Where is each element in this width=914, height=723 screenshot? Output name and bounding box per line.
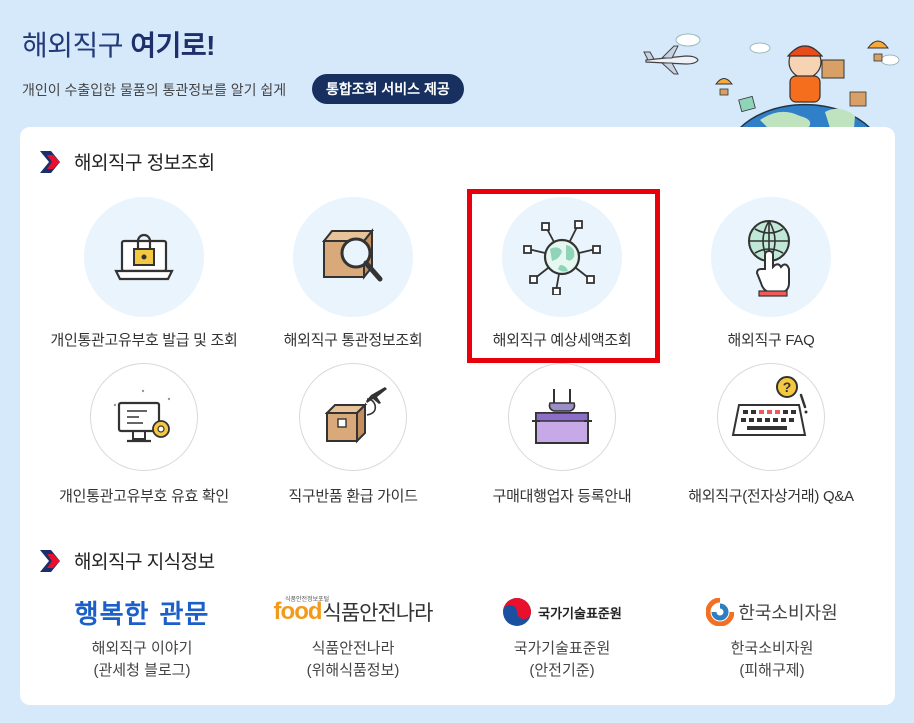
service-tile-faq[interactable]: 해외직구 FAQ <box>666 197 876 357</box>
knowledge-line2: (위해식품정보) <box>306 662 400 679</box>
knowledge-line2: (피해구제) <box>739 662 805 679</box>
knowledge-line1: 식품안전나라 <box>311 640 395 657</box>
box-magnifier-icon <box>321 228 383 282</box>
knowledge-line1: 국가기술표준원 <box>513 640 611 657</box>
taegeuk-icon <box>503 598 532 626</box>
chevron-right-icon <box>40 549 60 572</box>
hero-title: 해외직구 여기로! <box>22 30 215 61</box>
section-title-info: 해외직구 정보조회 <box>40 148 215 175</box>
service-tile-clearance-info[interactable]: 해외직구 통관정보조회 <box>248 197 458 357</box>
service-tile-ecommerce-qa[interactable]: ? 해외직구(전자상거래) Q&A <box>666 363 876 523</box>
integrated-service-badge: 통합조회 서비스 제공 <box>312 74 464 104</box>
knowledge-line1: 한국소비자원 <box>730 640 814 657</box>
laptop-lock-icon <box>114 233 174 281</box>
service-tile-refund-guide[interactable]: 직구반품 환급 가이드 <box>248 363 458 523</box>
consumer-agency-icon <box>706 598 735 626</box>
knowledge-line1: 해외직구 이야기 <box>91 640 193 657</box>
knowledge-line2: (안전기준) <box>529 662 595 679</box>
customs-blog-logo: 행복한 관문 <box>74 599 210 630</box>
knowledge-customs-blog[interactable]: 행복한 관문 해외직구 이야기 (관세청 블로그) <box>42 592 242 682</box>
service-label: 해외직구 FAQ <box>727 332 815 349</box>
delivery-globe-illustration <box>643 33 900 128</box>
service-label: 해외직구(전자상거래) Q&A <box>688 488 854 505</box>
section-title-knowledge: 해외직구 지식정보 <box>40 547 215 574</box>
kats-logo: 국가기술표준원 <box>462 592 662 632</box>
service-label: 개인통관고유부호 유효 확인 <box>59 488 229 505</box>
service-tile-code-validity[interactable]: 개인통관고유부호 유효 확인 <box>39 363 249 523</box>
highlight-box <box>467 189 660 363</box>
chevron-right-icon <box>40 150 60 173</box>
hero-subtitle: 개인이 수출입한 물품의 통관정보를 알기 쉽게 <box>22 82 287 98</box>
service-tile-agent-registration[interactable]: 구매대행업자 등록안내 <box>457 363 667 523</box>
box-airplane-icon <box>324 387 387 444</box>
knowledge-food-safety[interactable]: 식품안전정보포털 food 식품안전나라 식품안전나라 (위해식품정보) <box>253 592 453 682</box>
keyboard-question-icon: ? <box>731 376 808 436</box>
globe-hand-icon <box>748 220 790 297</box>
service-label: 해외직구 통관정보조회 <box>283 332 423 349</box>
knowledge-line2: (관세청 블로그) <box>93 662 191 679</box>
hero-banner: 해외직구 여기로! 개인이 수출입한 물품의 통관정보를 알기 쉽게 통합조회 … <box>0 0 914 128</box>
svg-text:?: ? <box>783 379 792 395</box>
knowledge-consumer-agency[interactable]: 한국소비자원 한국소비자원 (피해구제) <box>672 592 872 682</box>
service-tile-customs-code[interactable]: 개인통관고유부호 발급 및 조회 <box>39 197 249 357</box>
consumer-agency-logo: 한국소비자원 <box>672 592 872 632</box>
service-label: 직구반품 환급 가이드 <box>288 488 418 505</box>
service-label: 개인통관고유부호 발급 및 조회 <box>50 332 238 349</box>
shopping-basket-icon <box>532 389 592 444</box>
knowledge-kats[interactable]: 국가기술표준원 국가기술표준원 (안전기준) <box>462 592 662 682</box>
food-safety-logo: 식품안전정보포털 food 식품안전나라 <box>273 597 434 625</box>
service-label: 구매대행업자 등록안내 <box>492 488 632 505</box>
monitor-gear-icon <box>113 389 171 443</box>
